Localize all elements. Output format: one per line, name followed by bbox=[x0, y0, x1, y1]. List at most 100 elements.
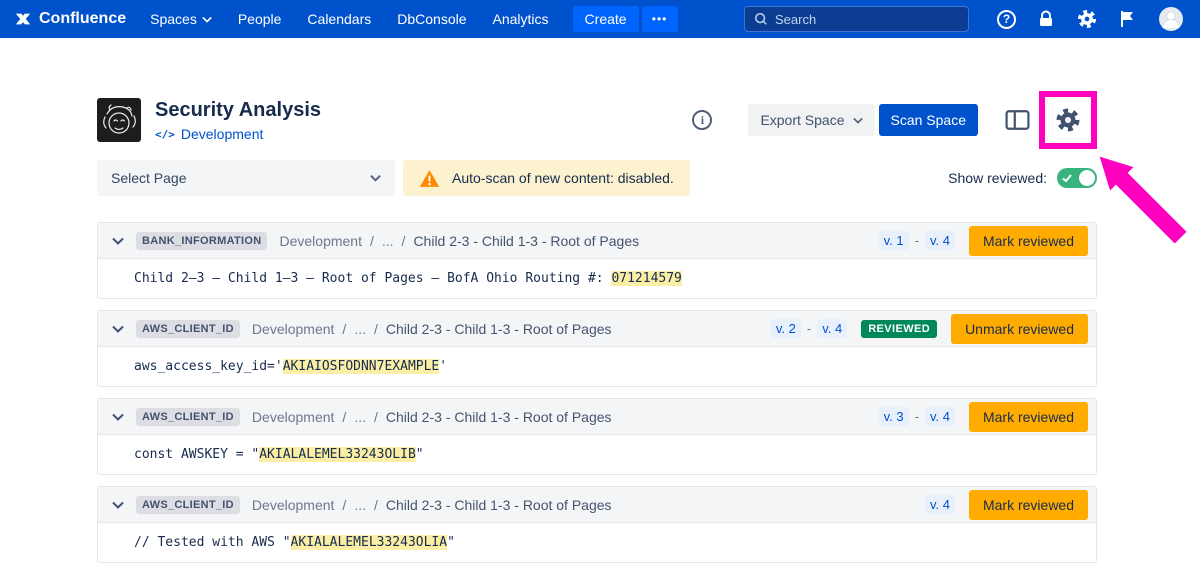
nav-item-dbconsole[interactable]: DbConsole bbox=[397, 11, 466, 27]
breadcrumb: Development / ... / Child 2-3 - Child 1-… bbox=[279, 233, 639, 249]
secret-highlight: AKIALALEMEL33243OLIA bbox=[291, 535, 448, 550]
secret-highlight: AKIALALEMEL33243OLIB bbox=[259, 447, 416, 462]
breadcrumb-space[interactable]: Development bbox=[252, 321, 335, 337]
nav-item-spaces[interactable]: Spaces bbox=[150, 11, 212, 27]
search-input[interactable] bbox=[775, 12, 959, 27]
search-box[interactable] bbox=[744, 6, 969, 32]
breadcrumb-ellipsis[interactable]: ... bbox=[354, 497, 366, 513]
breadcrumb: Development / ... / Child 2-3 - Child 1-… bbox=[252, 409, 612, 425]
collapse-chevron-icon[interactable] bbox=[112, 501, 124, 509]
version-to-link[interactable]: v. 4 bbox=[925, 495, 955, 514]
show-reviewed-label: Show reviewed: bbox=[948, 170, 1047, 186]
space-settings-gear-icon[interactable] bbox=[1054, 106, 1082, 134]
space-link[interactable]: Development bbox=[181, 126, 264, 142]
version-to-link[interactable]: v. 4 bbox=[925, 231, 955, 250]
breadcrumb-ellipsis[interactable]: ... bbox=[354, 409, 366, 425]
scan-space-button[interactable]: Scan Space bbox=[879, 104, 979, 136]
finding-header: AWS_CLIENT_ID Development / ... / Child … bbox=[98, 487, 1096, 523]
breadcrumb-ellipsis[interactable]: ... bbox=[382, 233, 394, 249]
version-from-link[interactable]: v. 2 bbox=[771, 319, 801, 338]
select-page-dropdown[interactable]: Select Page bbox=[97, 160, 395, 196]
collapse-chevron-icon[interactable] bbox=[112, 237, 124, 245]
code-text: Child 2–3 – Child 1–3 – Root of Pages – … bbox=[134, 271, 611, 286]
nav-item-people[interactable]: People bbox=[238, 11, 282, 27]
breadcrumb-separator: / bbox=[374, 497, 378, 513]
create-button[interactable]: Create bbox=[573, 6, 639, 32]
space-titles: Security Analysis </> Development bbox=[155, 98, 321, 142]
annotation-highlight-box bbox=[1039, 91, 1097, 149]
finding-header: AWS_CLIENT_ID Development / ... / Child … bbox=[98, 311, 1096, 347]
brand-name: Confluence bbox=[39, 10, 126, 28]
nav-item-analytics[interactable]: Analytics bbox=[493, 11, 549, 27]
version-to-link[interactable]: v. 4 bbox=[925, 407, 955, 426]
breadcrumb-separator: / bbox=[370, 233, 374, 249]
finding-card: AWS_CLIENT_ID Development / ... / Child … bbox=[97, 486, 1097, 563]
breadcrumb-page[interactable]: Child 2-3 - Child 1-3 - Root of Pages bbox=[413, 233, 639, 249]
breadcrumb-page[interactable]: Child 2-3 - Child 1-3 - Root of Pages bbox=[386, 321, 612, 337]
mark-reviewed-button[interactable]: Unmark reviewed bbox=[951, 314, 1088, 344]
sidebar-toggle-icon[interactable] bbox=[1004, 108, 1031, 132]
chevron-down-icon bbox=[853, 117, 863, 124]
breadcrumb-space[interactable]: Development bbox=[279, 233, 362, 249]
breadcrumb-separator: / bbox=[342, 497, 346, 513]
space-avatar-image bbox=[97, 98, 141, 142]
nav-item-calendars[interactable]: Calendars bbox=[307, 11, 371, 27]
settings-gear-icon[interactable] bbox=[1076, 8, 1098, 30]
breadcrumb-space[interactable]: Development bbox=[252, 409, 335, 425]
breadcrumb-page[interactable]: Child 2-3 - Child 1-3 - Root of Pages bbox=[386, 497, 612, 513]
finding-type-badge: AWS_CLIENT_ID bbox=[136, 408, 240, 426]
confluence-logo-icon bbox=[14, 10, 32, 28]
breadcrumb-ellipsis[interactable]: ... bbox=[354, 321, 366, 337]
breadcrumb-separator: / bbox=[342, 409, 346, 425]
export-space-button[interactable]: Export Space bbox=[748, 104, 874, 136]
code-text: " bbox=[447, 535, 455, 550]
finding-code-snippet: Child 2–3 – Child 1–3 – Root of Pages – … bbox=[98, 259, 1096, 298]
version-dash: - bbox=[807, 321, 811, 336]
confluence-home-link[interactable]: Confluence bbox=[14, 10, 126, 28]
autoscan-warning-banner: Auto-scan of new content: disabled. bbox=[403, 160, 690, 196]
main-content: Security Analysis </> Development i Expo… bbox=[0, 38, 1200, 563]
chevron-down-icon bbox=[370, 174, 381, 182]
help-icon[interactable]: ? bbox=[997, 10, 1016, 29]
top-nav: Confluence Spaces People Calendars DbCon… bbox=[0, 0, 1200, 38]
code-text: aws_access_key_id=' bbox=[134, 359, 283, 374]
breadcrumb-space[interactable]: Development bbox=[252, 497, 335, 513]
nav-menu: Spaces People Calendars DbConsole Analyt… bbox=[150, 11, 548, 27]
mark-reviewed-button[interactable]: Mark reviewed bbox=[969, 490, 1088, 520]
collapse-chevron-icon[interactable] bbox=[112, 413, 124, 421]
breadcrumb-separator: / bbox=[342, 321, 346, 337]
toolbar: Select Page Auto-scan of new content: di… bbox=[97, 160, 1097, 196]
version-from-link[interactable]: v. 3 bbox=[879, 407, 909, 426]
code-text: ' bbox=[439, 359, 447, 374]
page-title: Security Analysis bbox=[155, 98, 321, 122]
search-icon bbox=[754, 12, 768, 26]
code-icon: </> bbox=[155, 128, 175, 141]
breadcrumb: Development / ... / Child 2-3 - Child 1-… bbox=[252, 321, 612, 337]
secret-highlight: AKIAIOSFODNN7EXAMPLE bbox=[283, 359, 440, 374]
show-reviewed-toggle[interactable] bbox=[1057, 168, 1097, 188]
info-icon[interactable]: i bbox=[692, 110, 712, 130]
space-avatar[interactable] bbox=[97, 98, 141, 142]
show-reviewed-control: Show reviewed: bbox=[948, 168, 1097, 188]
flag-icon[interactable] bbox=[1118, 9, 1138, 29]
chevron-down-icon bbox=[202, 16, 212, 23]
version-from-link[interactable]: v. 1 bbox=[879, 231, 909, 250]
findings-list: BANK_INFORMATION Development / ... / Chi… bbox=[97, 222, 1097, 563]
more-button[interactable]: ••• bbox=[642, 6, 678, 32]
finding-card: BANK_INFORMATION Development / ... / Chi… bbox=[97, 222, 1097, 299]
finding-header: BANK_INFORMATION Development / ... / Chi… bbox=[98, 223, 1096, 259]
mark-reviewed-button[interactable]: Mark reviewed bbox=[969, 226, 1088, 256]
version-to-link[interactable]: v. 4 bbox=[817, 319, 847, 338]
breadcrumb-separator: / bbox=[374, 321, 378, 337]
breadcrumb: Development / ... / Child 2-3 - Child 1-… bbox=[252, 497, 612, 513]
user-avatar[interactable] bbox=[1158, 6, 1184, 32]
space-header: Security Analysis </> Development i Expo… bbox=[97, 91, 1097, 149]
warning-icon bbox=[419, 169, 440, 188]
mark-reviewed-button[interactable]: Mark reviewed bbox=[969, 402, 1088, 432]
breadcrumb-page[interactable]: Child 2-3 - Child 1-3 - Root of Pages bbox=[386, 409, 612, 425]
lock-icon[interactable] bbox=[1036, 9, 1056, 29]
code-text: const AWSKEY = " bbox=[134, 447, 259, 462]
finding-type-badge: AWS_CLIENT_ID bbox=[136, 320, 240, 338]
collapse-chevron-icon[interactable] bbox=[112, 325, 124, 333]
breadcrumb-separator: / bbox=[402, 233, 406, 249]
